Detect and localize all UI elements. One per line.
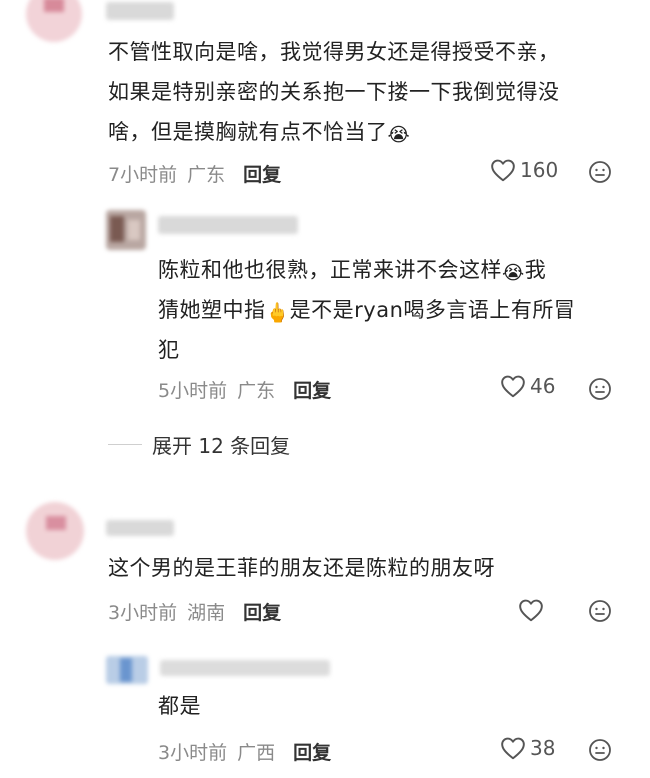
comment-text-line: 犯 (158, 338, 180, 362)
like-button[interactable]: 38 (500, 736, 555, 760)
comment-text-fragment: 我 (524, 258, 547, 282)
comment-text-line: 猜她塑中指🖕是不是ryan喝多言语上有所冒 (158, 290, 628, 330)
comment-text-fragment: 啥，但是摸胸就有点不恰当了 (108, 120, 388, 144)
heart-outline-icon (519, 599, 543, 622)
reply-button[interactable]: 回复 (293, 376, 331, 403)
comment-time: 3小时前 (108, 602, 178, 624)
username-blurred[interactable] (160, 660, 330, 676)
emoji-reaction-button[interactable] (588, 377, 612, 405)
comment-meta: 7小时前 广东 回复 (108, 160, 281, 187)
username-blurred[interactable] (106, 520, 174, 536)
comment-text: 这个男的是王菲的朋友还是陈粒的朋友呀 (108, 556, 495, 580)
comment-text: 陈粒和他也很熟，正常来讲不会这样😭我 猜她塑中指🖕是不是ryan喝多言语上有所冒… (158, 250, 628, 370)
emoji-reaction-button[interactable] (588, 160, 612, 188)
like-button[interactable]: 160 (490, 158, 558, 182)
reply-button[interactable]: 回复 (293, 738, 331, 765)
like-button[interactable]: 46 (500, 374, 555, 398)
emoji-reaction-button[interactable] (588, 738, 612, 766)
comment-meta: 3小时前 广西 回复 (158, 738, 331, 765)
expand-replies-button[interactable]: 展开 12 条回复 (108, 430, 290, 459)
heart-outline-icon (501, 375, 525, 398)
avatar[interactable] (26, 502, 84, 560)
avatar[interactable] (26, 0, 82, 42)
comment-text-fragment: 猜她塑中指 (158, 298, 266, 322)
comment-text-line: 啥，但是摸胸就有点不恰当了😭 (108, 112, 638, 152)
smiley-face-icon (589, 161, 611, 183)
comment-text: 不管性取向是啥，我觉得男女还是得授受不亲， 如果是特别亲密的关系抱一下搂一下我倒… (108, 32, 638, 152)
like-count: 46 (530, 374, 556, 398)
username-blurred[interactable] (106, 2, 174, 20)
smiley-face-icon (589, 378, 611, 400)
emoji-reaction-button[interactable] (588, 599, 612, 627)
comment-location: 广西 (237, 742, 276, 764)
smiley-face-icon (589, 600, 611, 622)
expand-replies-label: 展开 12 条回复 (152, 434, 291, 458)
comment-text-fragment: 陈粒和他也很熟，正常来讲不会这样 (158, 258, 502, 282)
comment-location: 湖南 (187, 602, 226, 624)
comment-text-line: 不管性取向是啥，我觉得男女还是得授受不亲， (108, 40, 560, 64)
comment-time: 5小时前 (158, 380, 228, 402)
reply-button[interactable]: 回复 (243, 160, 281, 187)
comment-location: 广东 (237, 380, 276, 402)
crying-emoji-icon: 😭 (502, 262, 525, 284)
heart-outline-icon (491, 159, 515, 182)
comment-time: 3小时前 (158, 742, 228, 764)
heart-outline-icon (501, 737, 525, 760)
avatar[interactable] (106, 656, 148, 684)
comment-text-line: 陈粒和他也很熟，正常来讲不会这样😭我 (158, 250, 628, 290)
comment-time: 7小时前 (108, 164, 178, 186)
divider (108, 444, 142, 445)
crying-emoji-icon: 😭 (387, 124, 411, 146)
avatar[interactable] (106, 210, 146, 250)
like-button[interactable] (518, 598, 548, 622)
middle-finger-emoji-icon: 🖕 (265, 302, 290, 324)
comment-text-fragment: 是不是ryan喝多言语上有所冒 (289, 298, 576, 322)
smiley-face-icon (589, 739, 611, 761)
comment-text-line: 如果是特别亲密的关系抱一下搂一下我倒觉得没 (108, 80, 560, 104)
comment-text: 都是 (158, 694, 201, 718)
like-count: 38 (530, 736, 556, 760)
username-blurred[interactable] (158, 216, 298, 234)
comment-meta: 5小时前 广东 回复 (158, 376, 331, 403)
comment-meta: 3小时前 湖南 回复 (108, 598, 281, 625)
like-count: 160 (520, 158, 559, 182)
reply-button[interactable]: 回复 (243, 598, 281, 625)
comment-location: 广东 (187, 164, 226, 186)
